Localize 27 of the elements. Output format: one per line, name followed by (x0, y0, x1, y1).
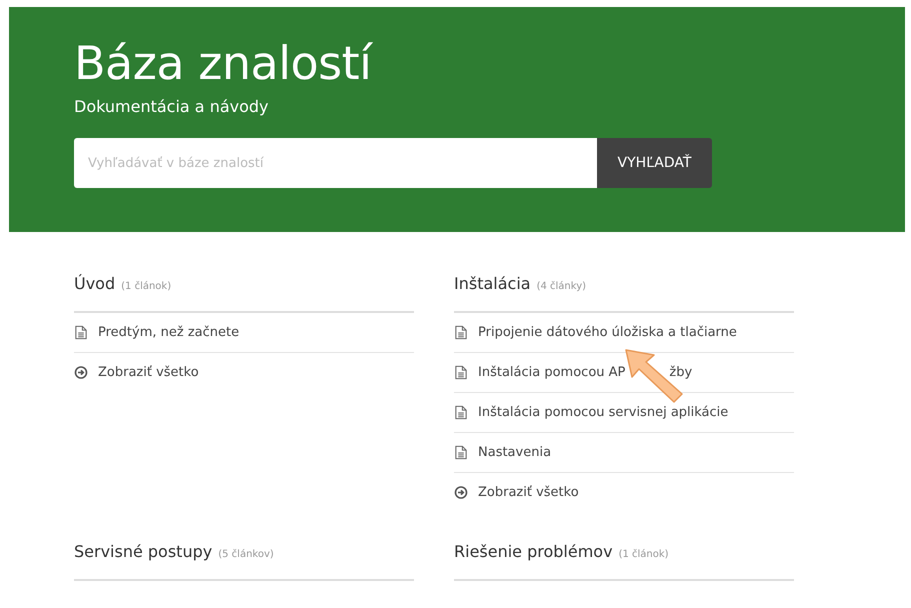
category-title[interactable]: Úvod (74, 274, 116, 293)
document-icon (454, 445, 468, 460)
document-icon (454, 325, 468, 340)
page-title: Báza znalostí (74, 35, 374, 91)
article-count: (1 článok) (618, 549, 669, 560)
search-button[interactable]: VYHĽADAŤ (597, 138, 712, 188)
document-icon (74, 325, 88, 340)
document-icon (454, 405, 468, 420)
page-subtitle: Dokumentácia a návody (74, 97, 270, 116)
article-link[interactable]: Inštalácia pomocou AP (478, 365, 626, 380)
article-link[interactable]: Predtým, než začnete (98, 325, 240, 340)
article-link[interactable]: Nastavenia (478, 445, 552, 460)
category-title[interactable]: Inštalácia (454, 274, 531, 293)
article-link[interactable]: Pripojenie dátového úložiska a tlačiarne (478, 325, 737, 340)
article-count: (4 články) (536, 281, 586, 292)
arrow-circle-icon (74, 365, 88, 380)
article-count: (1 článok) (121, 281, 172, 292)
article-link[interactable]: Inštalácia pomocou servisnej aplikácie (478, 405, 728, 420)
article-link[interactable]: Zobraziť všetko (98, 365, 199, 380)
document-icon (454, 365, 468, 380)
article-link[interactable]: Zobraziť všetko (478, 485, 579, 500)
arrow-circle-icon (454, 485, 468, 500)
search-field[interactable]: Vyhľadávať v báze znalostí (74, 138, 597, 188)
category-title[interactable]: Riešenie problémov (454, 542, 613, 561)
category-title[interactable]: Servisné postupy (74, 542, 212, 561)
article-link-tail[interactable]: žby (669, 365, 692, 380)
article-count: (5 článkov) (218, 549, 274, 560)
